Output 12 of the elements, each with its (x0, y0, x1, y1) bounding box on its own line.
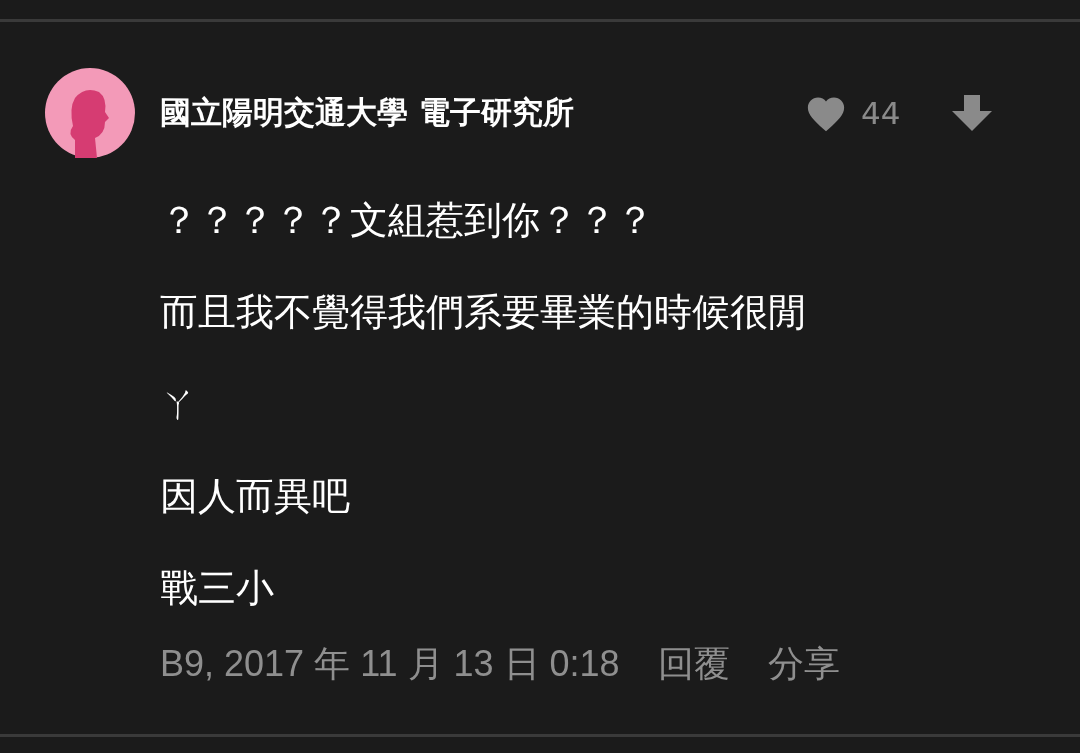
author-name: 國立陽明交通大學 電子研究所 (160, 93, 575, 132)
comment-text: 而且我不覺得我們系要畢業的時候很閒 (160, 289, 807, 336)
action-link[interactable]: 分享 (767, 640, 840, 689)
comment-text: 戰三小 (160, 565, 275, 612)
comment-text: ？？？？？文組惹到你？？？ (160, 197, 655, 244)
like-count: 44 (861, 95, 901, 131)
comment-text: 因人而異吧 (160, 473, 351, 520)
action-link[interactable]: 回覆 (657, 640, 730, 689)
post-meta: B9, 2017 年 11 月 13 日 0:18 (160, 642, 620, 686)
down-arrow-icon[interactable] (952, 95, 993, 131)
comment-text: ㄚ (160, 381, 199, 428)
avatar-icon (45, 68, 135, 158)
